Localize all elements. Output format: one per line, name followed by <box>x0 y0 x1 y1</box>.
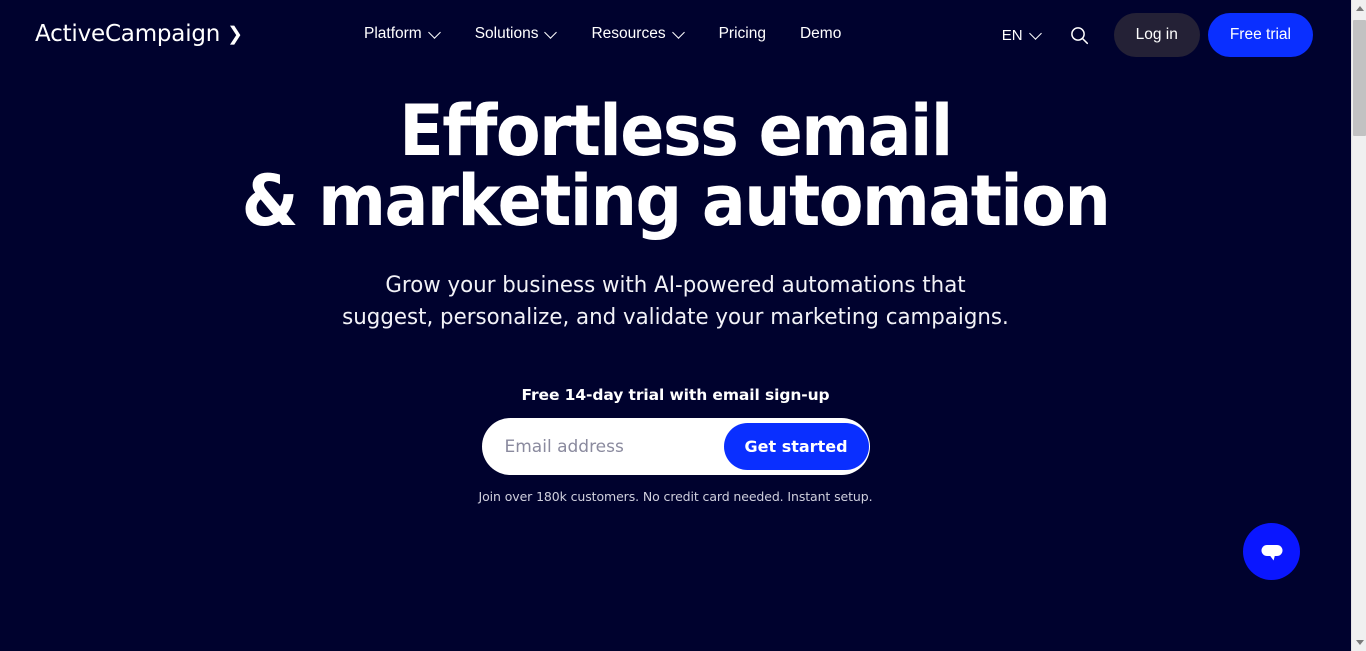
logo-activecampaign[interactable]: ActiveCampaign ❯ <box>35 21 243 47</box>
chevron-down-icon <box>546 27 557 38</box>
signup-form: Get started <box>481 418 870 475</box>
nav-label-resources: Resources <box>591 25 666 42</box>
scroll-down-button[interactable] <box>1352 634 1366 651</box>
nav-label-demo: Demo <box>799 25 842 42</box>
nav-item-solutions[interactable]: Solutions <box>473 22 560 46</box>
nav-label-pricing: Pricing <box>718 25 766 42</box>
nav-label-solutions: Solutions <box>474 25 539 42</box>
scrollbar-thumb[interactable] <box>1353 20 1366 136</box>
page-title: Effortless email & marketing automation <box>47 96 1303 236</box>
nav-item-pricing[interactable]: Pricing <box>717 22 768 46</box>
scroll-up-button[interactable] <box>1352 0 1366 17</box>
email-input[interactable] <box>481 423 724 470</box>
nav-item-demo[interactable]: Demo <box>798 22 843 46</box>
logo-chevron-icon: ❯ <box>227 24 244 45</box>
language-label: EN <box>1001 26 1023 44</box>
search-button[interactable] <box>1064 19 1096 51</box>
subheading-line-2: suggest, personalize, and validate your … <box>342 305 1009 330</box>
chat-launcher-button[interactable] <box>1243 523 1300 580</box>
headline-line-2: & marketing automation <box>241 160 1111 242</box>
chevron-down-icon <box>1031 28 1042 39</box>
trial-note: Free 14-day trial with email sign-up <box>521 386 830 404</box>
get-started-button[interactable]: Get started <box>723 423 869 470</box>
hero-subheading: Grow your business with AI-powered autom… <box>20 270 1330 334</box>
browser-viewport: ActiveCampaign ❯ Platform Solutions Reso… <box>0 0 1366 651</box>
chevron-down-icon <box>430 27 441 38</box>
triangle-up-icon <box>1355 6 1364 11</box>
primary-navigation: Platform Solutions Resources Pricing Dem… <box>362 22 843 46</box>
logo-wordmark: ActiveCampaign <box>35 21 221 47</box>
language-selector[interactable]: EN <box>994 21 1050 50</box>
site-header: ActiveCampaign ❯ Platform Solutions Reso… <box>0 0 1351 70</box>
login-button[interactable]: Log in <box>1113 13 1200 57</box>
chevron-down-icon <box>674 27 685 38</box>
free-trial-button[interactable]: Free trial <box>1207 13 1313 57</box>
page-content: ActiveCampaign ❯ Platform Solutions Reso… <box>0 0 1351 651</box>
signup-fineprint: Join over 180k customers. No credit card… <box>478 489 873 504</box>
chat-bubble-icon <box>1261 544 1282 560</box>
nav-item-resources[interactable]: Resources <box>589 22 686 46</box>
nav-item-platform[interactable]: Platform <box>362 22 443 46</box>
hero-section: Effortless email & marketing automation … <box>0 96 1351 504</box>
subheading-line-1: Grow your business with AI-powered autom… <box>385 273 966 298</box>
search-icon <box>1071 26 1089 44</box>
triangle-down-icon <box>1355 640 1364 645</box>
header-utilities: EN Log in Free trial <box>994 13 1313 57</box>
vertical-scrollbar[interactable] <box>1351 0 1366 651</box>
nav-label-platform: Platform <box>364 25 422 42</box>
